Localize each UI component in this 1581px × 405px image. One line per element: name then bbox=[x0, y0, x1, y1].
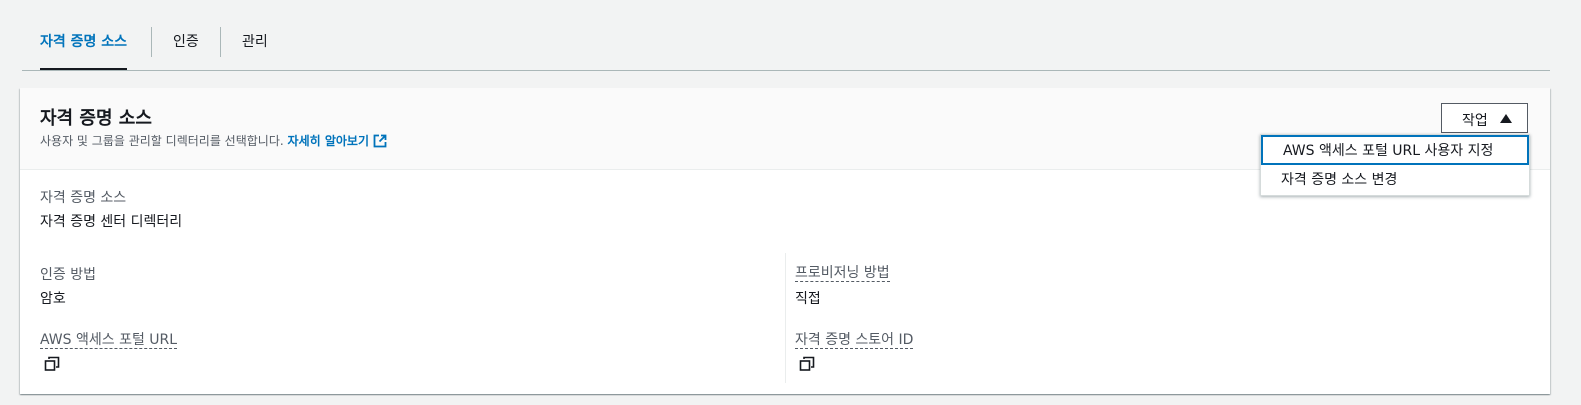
external-link-icon bbox=[373, 134, 387, 148]
identity-source-label: 자격 증명 소스 bbox=[40, 190, 127, 206]
tab-identity-source[interactable]: 자격 증명 소스 bbox=[40, 22, 128, 70]
identity-source-panel: 자격 증명 소스 사용자 및 그룹을 관리할 디렉터리를 선택합니다. 자세히 … bbox=[20, 88, 1550, 394]
menu-item-change-identity-source[interactable]: 자격 증명 소스 변경 bbox=[1261, 166, 1529, 196]
panel-title: 자격 증명 소스 bbox=[40, 108, 152, 129]
actions-button-label: 작업 bbox=[1462, 113, 1488, 129]
copy-icon[interactable] bbox=[799, 356, 815, 372]
menu-item-customize-portal-url[interactable]: AWS 액세스 포털 URL 사용자 지정 bbox=[1261, 135, 1529, 165]
copy-icon[interactable] bbox=[44, 356, 60, 372]
auth-method-value: 암호 bbox=[40, 291, 66, 307]
auth-method-label: 인증 방법 bbox=[40, 267, 96, 283]
actions-dropdown-menu: AWS 액세스 포털 URL 사용자 지정 자격 증명 소스 변경 bbox=[1260, 134, 1530, 196]
provisioning-method-label[interactable]: 프로비저닝 방법 bbox=[795, 265, 890, 282]
tab-authentication[interactable]: 인증 bbox=[173, 22, 199, 69]
portal-url-label[interactable]: AWS 액세스 포털 URL bbox=[40, 332, 178, 349]
description-text: 사용자 및 그룹을 관리할 디렉터리를 선택합니다. bbox=[40, 134, 284, 148]
provisioning-method-value: 직접 bbox=[795, 291, 821, 307]
identity-source-value: 자격 증명 센터 디렉터리 bbox=[40, 214, 183, 230]
caret-up-icon bbox=[1500, 114, 1512, 123]
identity-store-id-label[interactable]: 자격 증명 스토어 ID bbox=[795, 332, 914, 349]
tab-bar: 자격 증명 소스 인증 관리 bbox=[22, 22, 1550, 71]
learn-more-link[interactable]: 자세히 알아보기 bbox=[288, 134, 387, 148]
learn-more-label: 자세히 알아보기 bbox=[287, 134, 369, 148]
tab-management[interactable]: 관리 bbox=[242, 22, 268, 69]
tab-divider bbox=[151, 27, 152, 57]
tab-divider bbox=[220, 27, 221, 57]
panel-description: 사용자 및 그룹을 관리할 디렉터리를 선택합니다. 자세히 알아보기 bbox=[40, 132, 387, 149]
actions-button[interactable]: 작업 bbox=[1441, 103, 1528, 133]
column-divider bbox=[785, 253, 786, 383]
